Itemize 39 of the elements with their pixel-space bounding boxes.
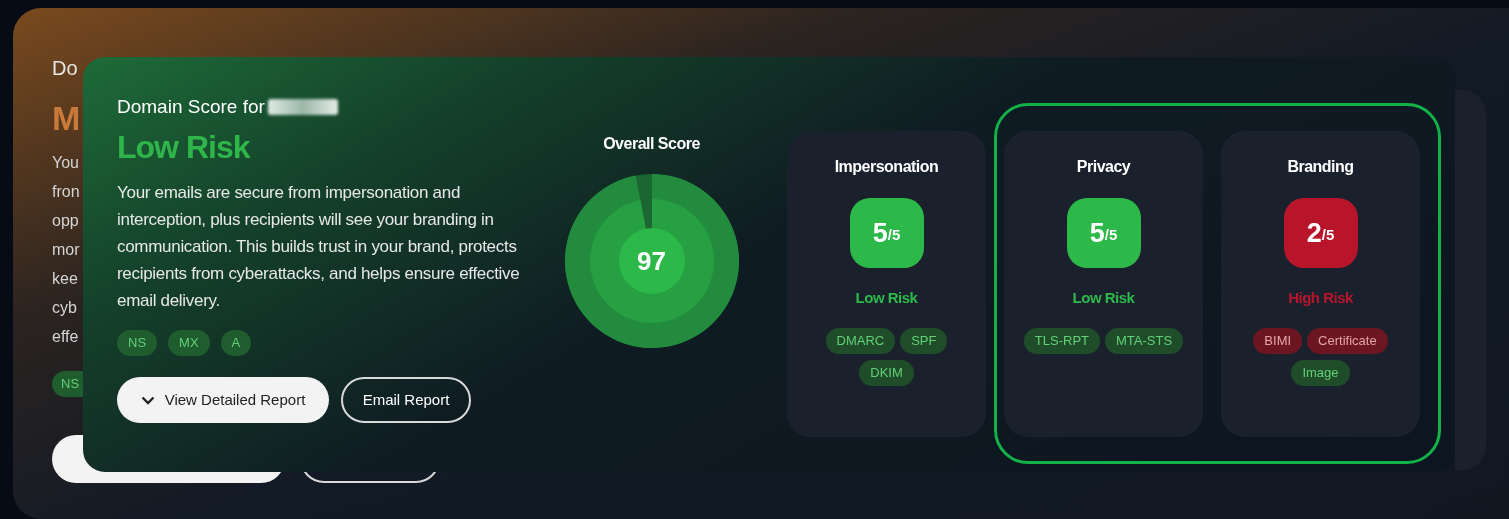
text-fragment: fron: [52, 182, 81, 202]
category-title: Branding: [1287, 157, 1354, 177]
chevron-down-icon: [140, 395, 155, 405]
check-tag: TLS-RPT: [1023, 328, 1101, 354]
score-badge: 2/5: [1283, 198, 1358, 268]
text-fragment: effe: [52, 327, 80, 347]
check-tag: BIMI: [1253, 328, 1303, 354]
text-fragment: cyb: [52, 298, 78, 318]
risk-label: High Risk: [1288, 289, 1353, 307]
view-report-button[interactable]: View Detailed Report: [117, 377, 329, 423]
risk-fragment: M: [52, 98, 82, 138]
category-title: Privacy: [1076, 157, 1131, 177]
record-tag: NS: [117, 330, 158, 356]
check-tag: DMARC: [825, 328, 896, 354]
description-text: Your emails are secure from impersonation and interception, plus recipients will see your branding in communication. This builds trust in your brand, protects recipients from cyberattacks, and helps ensure effective email delivery.: [117, 182, 521, 312]
category-title: Impersonation: [834, 157, 939, 177]
domain-title: Domain Score for: [117, 95, 265, 119]
check-tag: Certificate: [1307, 328, 1388, 354]
score-badge: 5/5: [1066, 198, 1141, 268]
record-tag: MX: [168, 330, 210, 356]
check-tag: MTA-STS: [1105, 328, 1184, 354]
check-tag: SPF: [900, 328, 948, 354]
tag-fragment: NS: [52, 371, 83, 397]
text-fragment: kee: [52, 269, 79, 289]
check-tag: Image: [1291, 360, 1350, 386]
risk-label: Low Risk: [855, 289, 918, 307]
heading-fragment: Do: [52, 56, 79, 80]
score-badge: 5/5: [849, 198, 924, 268]
check-tag: DKIM: [859, 360, 914, 386]
redaction-mark: [267, 99, 338, 115]
text-fragment: You: [52, 153, 80, 173]
risk-label: Low Risk: [1072, 289, 1135, 307]
risk-heading: Low Risk: [117, 128, 252, 167]
text-fragment: mor: [52, 240, 81, 260]
text-fragment: opp: [52, 211, 80, 231]
email-report-button[interactable]: Email Report: [341, 377, 471, 423]
score-value: 97: [636, 246, 667, 276]
record-tag: A: [220, 330, 252, 356]
score-title: Overall Score: [603, 134, 700, 154]
